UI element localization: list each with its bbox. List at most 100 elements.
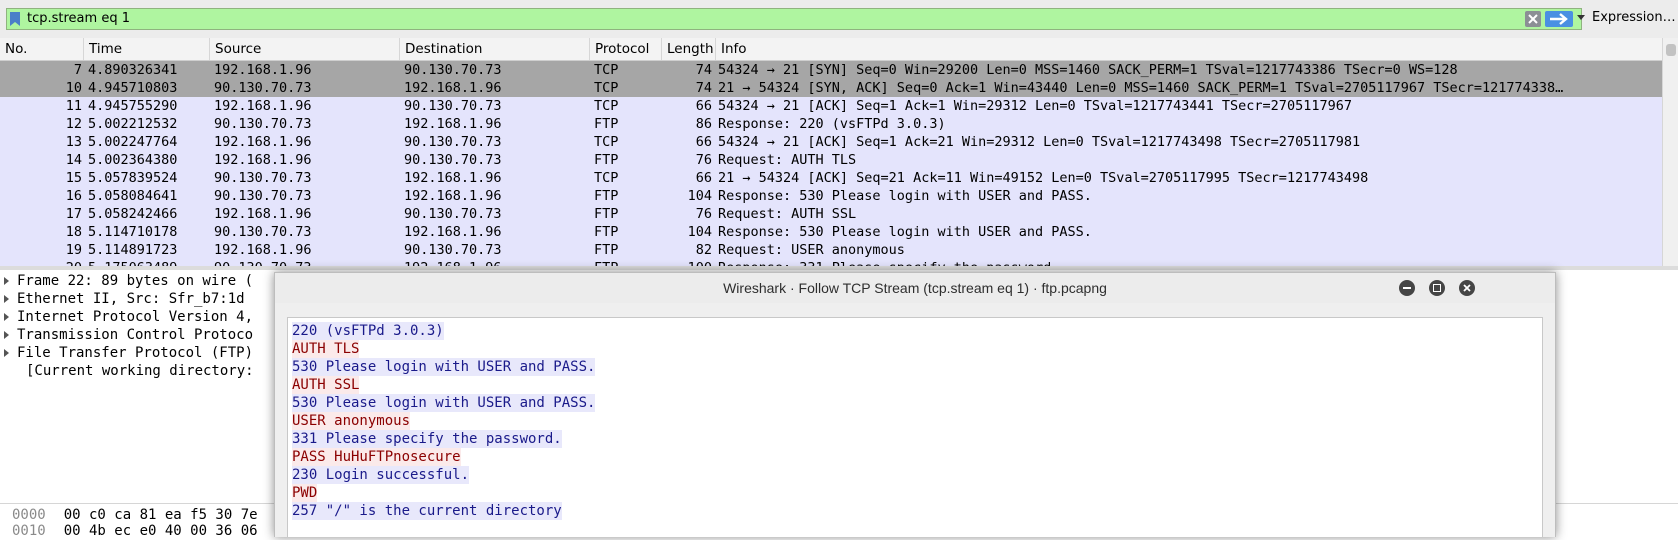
cell-destination: 192.168.1.96: [404, 116, 502, 132]
detail-tree-item[interactable]: Internet Protocol Version 4,: [4, 308, 253, 326]
expand-arrow-icon[interactable]: [4, 277, 9, 285]
column-header-protocol[interactable]: Protocol: [590, 38, 662, 60]
column-header-time[interactable]: Time: [84, 38, 210, 60]
expand-arrow-icon[interactable]: [4, 331, 9, 339]
expand-arrow-icon[interactable]: [4, 295, 9, 303]
dialog-titlebar[interactable]: Wireshark · Follow TCP Stream (tcp.strea…: [275, 273, 1555, 303]
detail-tree-item[interactable]: File Transfer Protocol (FTP): [4, 344, 253, 362]
cell-length: 66: [695, 98, 712, 114]
apply-filter-arrow-icon[interactable]: [1545, 11, 1573, 27]
cell-info: Response: 530 Please login with USER and…: [718, 188, 1092, 204]
cell-time: 5.114891723: [88, 242, 178, 258]
packet-row[interactable]: 7 4.890326341 192.168.1.96 90.130.70.73 TCP 7…: [0, 61, 1662, 79]
cell-length: 66: [695, 170, 712, 186]
display-filter-text: tcp.stream eq 1: [27, 11, 130, 26]
cell-time: 4.945710803: [88, 80, 178, 96]
cell-source: 192.168.1.96: [214, 98, 312, 114]
cell-protocol: TCP: [594, 80, 619, 96]
cell-time: 4.890326341: [88, 62, 178, 78]
cell-no: 10: [65, 80, 82, 96]
cell-protocol: FTP: [594, 224, 619, 240]
maximize-icon[interactable]: [1429, 280, 1445, 296]
column-header-info[interactable]: Info: [716, 38, 1662, 60]
packet-row[interactable]: 19 5.114891723 192.168.1.96 90.130.70.73 FTP…: [0, 241, 1662, 259]
packet-row[interactable]: 11 4.945755290 192.168.1.96 90.130.70.73 TCP…: [0, 97, 1662, 115]
cell-protocol: FTP: [594, 188, 619, 204]
server-stream-line: 530 Please login with USER and PASS.: [292, 394, 596, 412]
hex-offset: 0000: [12, 507, 46, 523]
cell-source: 192.168.1.96: [214, 62, 312, 78]
packet-row[interactable]: 15 5.057839524 90.130.70.73 192.168.1.96 TCP…: [0, 169, 1662, 187]
cell-info: 21 → 54324 [ACK] Seq=21 Ack=11 Win=49152…: [718, 170, 1369, 186]
expression-button[interactable]: Expression…: [1592, 10, 1676, 25]
cell-info: 21 → 54324 [SYN, ACK] Seq=0 Ack=1 Win=43…: [718, 80, 1564, 96]
cell-info: 54324 → 21 [SYN] Seq=0 Win=29200 Len=0 M…: [718, 62, 1458, 78]
hex-bytes[interactable]: 00 4b ec e0 40 00 36 06: [64, 523, 258, 539]
cell-time: 5.058084641: [88, 188, 178, 204]
cell-source: 90.130.70.73: [214, 116, 312, 132]
client-stream-line: PASS HuHuFTPnosecure: [292, 448, 461, 466]
cell-length: 86: [695, 116, 712, 132]
cell-protocol: FTP: [594, 259, 664, 266]
column-header-length[interactable]: Length: [662, 38, 716, 60]
server-stream-line: 331 Please specify the password.: [292, 430, 562, 448]
hex-dump-row: 0010 00 4b ec e0 40 00 36 06: [12, 522, 258, 540]
cell-no: 18: [65, 224, 82, 240]
packet-list-scrollbar[interactable]: [1662, 38, 1678, 266]
server-stream-line: 530 Please login with USER and PASS.: [292, 358, 596, 376]
cell-no: 16: [65, 188, 82, 204]
cell-source: 90.130.70.73: [214, 224, 312, 240]
column-header-source[interactable]: Source: [210, 38, 400, 60]
cell-no: 20: [0, 259, 82, 266]
cell-info: Request: USER anonymous: [718, 242, 905, 258]
cell-destination: 90.130.70.73: [404, 152, 502, 168]
bookmark-icon[interactable]: [10, 12, 20, 26]
cell-protocol: TCP: [594, 170, 619, 186]
minimize-icon[interactable]: [1399, 280, 1415, 296]
display-filter-toolbar: tcp.stream eq 1 Expression…: [0, 0, 1678, 39]
cell-destination: 90.130.70.73: [404, 62, 502, 78]
detail-tree-item[interactable]: Ethernet II, Src: Sfr_b7:1d: [4, 290, 245, 308]
detail-tree-item[interactable]: Transmission Control Protoco: [4, 326, 253, 344]
hex-bytes[interactable]: 00 c0 ca 81 ea f5 30 7e: [64, 507, 258, 523]
cell-no: 13: [65, 134, 82, 150]
clear-filter-icon[interactable]: [1525, 11, 1541, 27]
cell-time: 4.945755290: [88, 98, 178, 114]
cell-length: 100: [664, 259, 712, 266]
expand-arrow-icon[interactable]: [4, 313, 9, 321]
client-stream-line: USER anonymous: [292, 412, 411, 430]
cell-no: 15: [65, 170, 82, 186]
cell-protocol: TCP: [594, 134, 619, 150]
detail-tree-item[interactable]: Frame 22: 89 bytes on wire (: [4, 272, 253, 290]
cell-destination: 192.168.1.96: [404, 188, 502, 204]
packet-row[interactable]: 12 5.002212532 90.130.70.73 192.168.1.96 FTP…: [0, 115, 1662, 133]
packet-row[interactable]: 14 5.002364380 192.168.1.96 90.130.70.73 FTP…: [0, 151, 1662, 169]
expand-arrow-icon[interactable]: [4, 349, 9, 357]
scrollbar-thumb[interactable]: [1666, 44, 1676, 56]
stream-content-textarea[interactable]: 220 (vsFTPd 3.0.3) AUTH TLS 530 Please log…: [287, 317, 1543, 537]
cell-no: 12: [65, 116, 82, 132]
detail-tree-item[interactable]: [Current working directory:: [26, 362, 254, 380]
cell-protocol: FTP: [594, 152, 619, 168]
filter-history-dropdown-icon[interactable]: [1577, 15, 1585, 20]
packet-row[interactable]: 18 5.114710178 90.130.70.73 192.168.1.96 FTP…: [0, 223, 1662, 241]
packet-row[interactable]: 20 5.17506348990.130.70.73 192.168.1.96 FTP…: [0, 259, 1662, 266]
packet-row[interactable]: 16 5.058084641 90.130.70.73 192.168.1.96 FTP…: [0, 187, 1662, 205]
cell-source: 90.130.70.73: [214, 259, 400, 266]
column-header-destination[interactable]: Destination: [400, 38, 590, 60]
cell-protocol: TCP: [594, 62, 619, 78]
cell-destination: 192.168.1.96: [404, 224, 502, 240]
packet-row[interactable]: 10 4.945710803 90.130.70.73 192.168.1.96 TCP…: [0, 79, 1662, 97]
packet-row[interactable]: 17 5.058242466 192.168.1.96 90.130.70.73 FTP…: [0, 205, 1662, 223]
column-header-no[interactable]: No.: [0, 38, 84, 60]
server-stream-line: 230 Login successful.: [292, 466, 470, 484]
cell-destination: 90.130.70.73: [404, 134, 502, 150]
server-stream-line: 257 "/" is the current directory: [292, 502, 562, 520]
cell-no: 11: [65, 98, 82, 114]
cell-source: 192.168.1.96: [214, 152, 312, 168]
display-filter-input[interactable]: tcp.stream eq 1: [6, 8, 1585, 30]
cell-time: 5.002364380: [88, 152, 178, 168]
packet-row[interactable]: 13 5.002247764 192.168.1.96 90.130.70.73 TCP…: [0, 133, 1662, 151]
cell-info: Request: AUTH TLS: [718, 152, 857, 168]
close-icon[interactable]: [1459, 280, 1475, 296]
